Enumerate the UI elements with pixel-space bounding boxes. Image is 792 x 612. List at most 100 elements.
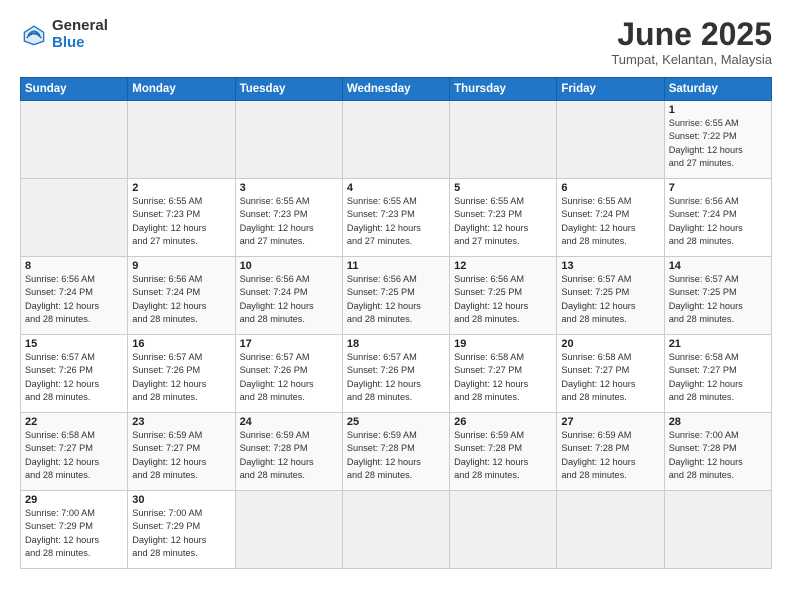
cell-content: Sunrise: 6:55 AMSunset: 7:22 PMDaylight:… [669, 117, 767, 170]
cell-content: Sunrise: 6:57 AMSunset: 7:26 PMDaylight:… [25, 351, 123, 404]
week-row: 1Sunrise: 6:55 AMSunset: 7:22 PMDaylight… [21, 101, 772, 179]
day-header-thursday: Thursday [450, 78, 557, 101]
calendar-cell: 2Sunrise: 6:55 AMSunset: 7:23 PMDaylight… [128, 179, 235, 257]
day-number: 14 [669, 260, 767, 272]
calendar-cell [557, 491, 664, 569]
calendar-cell: 8Sunrise: 6:56 AMSunset: 7:24 PMDaylight… [21, 257, 128, 335]
day-number: 20 [561, 338, 659, 350]
cell-content: Sunrise: 6:59 AMSunset: 7:28 PMDaylight:… [240, 429, 338, 482]
title-area: June 2025 Tumpat, Kelantan, Malaysia [611, 18, 772, 67]
day-number: 18 [347, 338, 445, 350]
day-number: 29 [25, 494, 123, 506]
empty-cell [342, 101, 449, 179]
day-number: 11 [347, 260, 445, 272]
cell-content: Sunrise: 6:58 AMSunset: 7:27 PMDaylight:… [454, 351, 552, 404]
day-header-friday: Friday [557, 78, 664, 101]
day-number: 19 [454, 338, 552, 350]
empty-cell [557, 101, 664, 179]
cell-content: Sunrise: 6:56 AMSunset: 7:25 PMDaylight:… [454, 273, 552, 326]
calendar-cell: 7Sunrise: 6:56 AMSunset: 7:24 PMDaylight… [664, 179, 771, 257]
calendar-cell: 30Sunrise: 7:00 AMSunset: 7:29 PMDayligh… [128, 491, 235, 569]
logo-general-text: General [52, 18, 108, 35]
cell-content: Sunrise: 6:56 AMSunset: 7:25 PMDaylight:… [347, 273, 445, 326]
week-row: 15Sunrise: 6:57 AMSunset: 7:26 PMDayligh… [21, 335, 772, 413]
calendar-cell: 23Sunrise: 6:59 AMSunset: 7:27 PMDayligh… [128, 413, 235, 491]
day-number: 12 [454, 260, 552, 272]
day-number: 1 [669, 104, 767, 116]
cell-content: Sunrise: 7:00 AMSunset: 7:29 PMDaylight:… [132, 507, 230, 560]
month-title: June 2025 [611, 18, 772, 50]
day-number: 8 [25, 260, 123, 272]
day-number: 10 [240, 260, 338, 272]
logo: General Blue [20, 18, 108, 51]
calendar-cell: 3Sunrise: 6:55 AMSunset: 7:23 PMDaylight… [235, 179, 342, 257]
day-number: 27 [561, 416, 659, 428]
day-number: 26 [454, 416, 552, 428]
calendar-cell: 20Sunrise: 6:58 AMSunset: 7:27 PMDayligh… [557, 335, 664, 413]
calendar-cell: 14Sunrise: 6:57 AMSunset: 7:25 PMDayligh… [664, 257, 771, 335]
logo-text: General Blue [52, 18, 108, 51]
empty-cell [235, 101, 342, 179]
day-number: 23 [132, 416, 230, 428]
cell-content: Sunrise: 7:00 AMSunset: 7:28 PMDaylight:… [669, 429, 767, 482]
logo-blue-text: Blue [52, 35, 108, 52]
empty-cell [21, 101, 128, 179]
cell-content: Sunrise: 6:59 AMSunset: 7:28 PMDaylight:… [347, 429, 445, 482]
header-row: SundayMondayTuesdayWednesdayThursdayFrid… [21, 78, 772, 101]
day-number: 24 [240, 416, 338, 428]
cell-content: Sunrise: 6:56 AMSunset: 7:24 PMDaylight:… [132, 273, 230, 326]
calendar-cell: 1Sunrise: 6:55 AMSunset: 7:22 PMDaylight… [664, 101, 771, 179]
cell-content: Sunrise: 6:58 AMSunset: 7:27 PMDaylight:… [25, 429, 123, 482]
cell-content: Sunrise: 6:59 AMSunset: 7:27 PMDaylight:… [132, 429, 230, 482]
cell-content: Sunrise: 6:57 AMSunset: 7:25 PMDaylight:… [669, 273, 767, 326]
cell-content: Sunrise: 6:55 AMSunset: 7:23 PMDaylight:… [132, 195, 230, 248]
day-number: 16 [132, 338, 230, 350]
day-header-sunday: Sunday [21, 78, 128, 101]
cell-content: Sunrise: 6:56 AMSunset: 7:24 PMDaylight:… [669, 195, 767, 248]
calendar-cell [342, 491, 449, 569]
page: General Blue June 2025 Tumpat, Kelantan,… [0, 0, 792, 612]
calendar-cell [664, 491, 771, 569]
cell-content: Sunrise: 6:57 AMSunset: 7:25 PMDaylight:… [561, 273, 659, 326]
day-header-tuesday: Tuesday [235, 78, 342, 101]
calendar-cell: 11Sunrise: 6:56 AMSunset: 7:25 PMDayligh… [342, 257, 449, 335]
day-number: 5 [454, 182, 552, 194]
cell-content: Sunrise: 6:56 AMSunset: 7:24 PMDaylight:… [240, 273, 338, 326]
calendar-cell: 22Sunrise: 6:58 AMSunset: 7:27 PMDayligh… [21, 413, 128, 491]
cell-content: Sunrise: 6:55 AMSunset: 7:23 PMDaylight:… [240, 195, 338, 248]
calendar-cell: 10Sunrise: 6:56 AMSunset: 7:24 PMDayligh… [235, 257, 342, 335]
empty-cell [450, 101, 557, 179]
cell-content: Sunrise: 6:57 AMSunset: 7:26 PMDaylight:… [132, 351, 230, 404]
week-row: 29 Sunrise: 7:00 AMSunset: 7:29 PMDayligh… [21, 491, 772, 569]
day-number: 25 [347, 416, 445, 428]
day-number: 6 [561, 182, 659, 194]
day-number: 9 [132, 260, 230, 272]
day-number: 28 [669, 416, 767, 428]
calendar-cell: 13Sunrise: 6:57 AMSunset: 7:25 PMDayligh… [557, 257, 664, 335]
day-number: 13 [561, 260, 659, 272]
day-header-wednesday: Wednesday [342, 78, 449, 101]
cell-content: Sunrise: 6:58 AMSunset: 7:27 PMDaylight:… [669, 351, 767, 404]
calendar-cell: 12Sunrise: 6:56 AMSunset: 7:25 PMDayligh… [450, 257, 557, 335]
cell-content: Sunrise: 6:55 AMSunset: 7:24 PMDaylight:… [561, 195, 659, 248]
calendar-cell: 16Sunrise: 6:57 AMSunset: 7:26 PMDayligh… [128, 335, 235, 413]
calendar-cell: 19Sunrise: 6:58 AMSunset: 7:27 PMDayligh… [450, 335, 557, 413]
logo-icon [20, 21, 48, 49]
cell-content: Sunrise: 6:56 AMSunset: 7:24 PMDaylight:… [25, 273, 123, 326]
empty-cell [128, 101, 235, 179]
day-number: 2 [132, 182, 230, 194]
calendar-cell: 29Sunrise: 7:00 AMSunset: 7:29 PMDayligh… [21, 491, 128, 569]
calendar-cell: 17Sunrise: 6:57 AMSunset: 7:26 PMDayligh… [235, 335, 342, 413]
header: General Blue June 2025 Tumpat, Kelantan,… [20, 18, 772, 67]
calendar-cell: 21Sunrise: 6:58 AMSunset: 7:27 PMDayligh… [664, 335, 771, 413]
day-header-monday: Monday [128, 78, 235, 101]
location: Tumpat, Kelantan, Malaysia [611, 52, 772, 67]
cell-content: Sunrise: 6:55 AMSunset: 7:23 PMDaylight:… [347, 195, 445, 248]
calendar-cell: 25Sunrise: 6:59 AMSunset: 7:28 PMDayligh… [342, 413, 449, 491]
day-number: 21 [669, 338, 767, 350]
calendar-cell: 4Sunrise: 6:55 AMSunset: 7:23 PMDaylight… [342, 179, 449, 257]
calendar-cell [450, 491, 557, 569]
day-number: 22 [25, 416, 123, 428]
calendar-cell: 28Sunrise: 7:00 AMSunset: 7:28 PMDayligh… [664, 413, 771, 491]
week-row: 8Sunrise: 6:56 AMSunset: 7:24 PMDaylight… [21, 257, 772, 335]
